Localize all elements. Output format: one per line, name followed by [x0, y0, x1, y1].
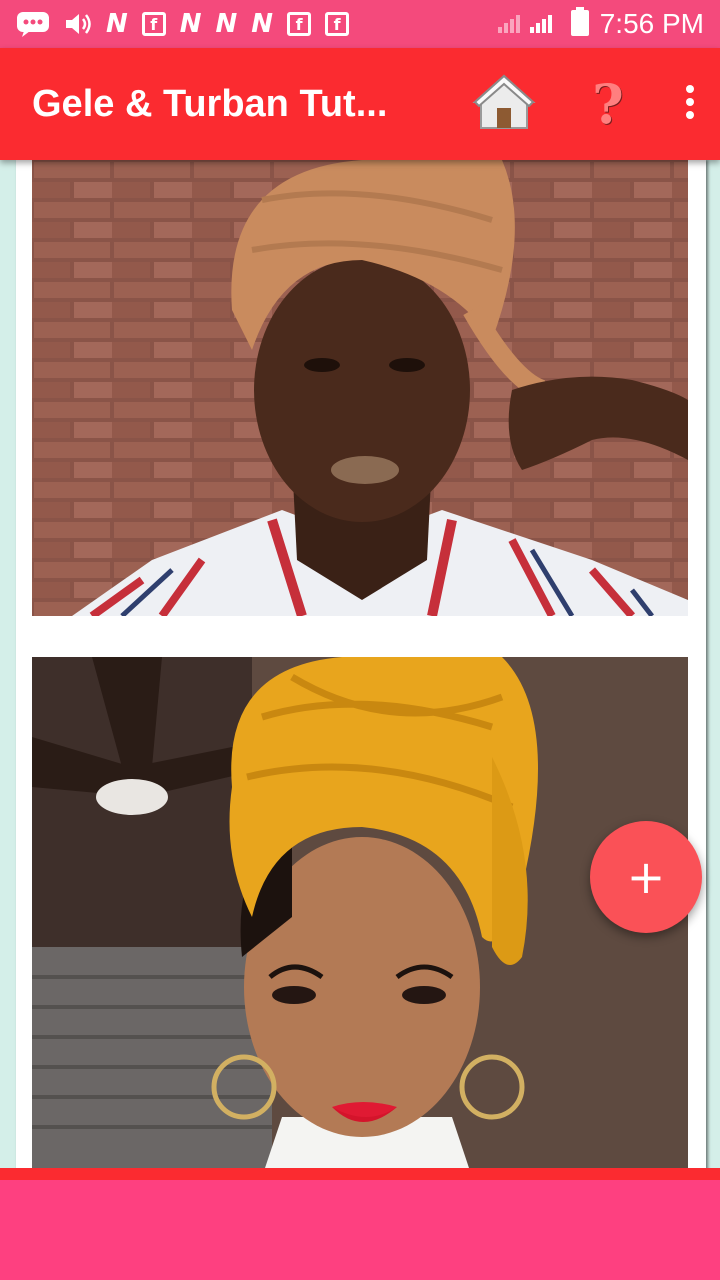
app-title: Gele & Turban Tut...: [32, 82, 388, 125]
help-icon: ?: [592, 72, 624, 136]
home-button[interactable]: [452, 48, 556, 160]
home-icon: [471, 72, 537, 137]
n-app-icon: N: [215, 9, 238, 39]
signal-icon: [496, 9, 560, 40]
status-bar: N f N N N f f 7:56 PM: [0, 0, 720, 48]
gallery-image[interactable]: [32, 160, 688, 616]
notification-icons: N f N N N f f: [16, 9, 350, 39]
bottom-accent-line: [0, 1168, 720, 1180]
flipboard-icon: f: [141, 12, 166, 36]
bottom-banner-area: [0, 1180, 720, 1280]
more-vert-icon: [684, 84, 696, 125]
clock: 7:56 PM: [599, 8, 704, 39]
n-app-icon: N: [106, 9, 128, 39]
flipboard-icon: f: [325, 12, 350, 36]
gallery-image[interactable]: [32, 657, 688, 1168]
message-icon: [16, 10, 50, 38]
app-bar: Gele & Turban Tut... ?: [0, 48, 720, 160]
n-app-icon: N: [251, 9, 274, 39]
gallery-list[interactable]: [0, 160, 720, 1168]
add-fab-button[interactable]: +: [590, 821, 702, 933]
volume-icon: [64, 10, 92, 38]
battery-icon: [570, 6, 590, 42]
help-button[interactable]: ?: [556, 48, 660, 160]
add-icon: +: [626, 850, 666, 904]
overflow-menu-button[interactable]: [660, 48, 720, 160]
n-app-icon: N: [179, 9, 202, 39]
flipboard-icon: f: [287, 12, 312, 36]
